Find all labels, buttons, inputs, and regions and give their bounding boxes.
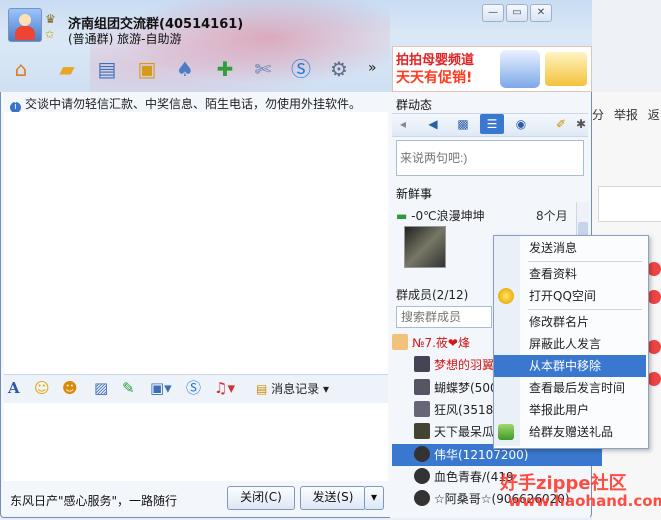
send-options-button[interactable]: ▾	[364, 486, 384, 510]
notice-text: 交谈中请勿轻信汇款、中奖信息、陌生电话，勿使用外挂软件。	[25, 97, 362, 111]
photo-icon[interactable]: ▩	[454, 116, 472, 132]
image-icon[interactable]: ▨	[94, 378, 108, 398]
watermark-url: www.haohand.com	[508, 492, 661, 510]
background-header	[592, 0, 661, 92]
paint-icon[interactable]: ✎	[122, 378, 135, 398]
menu-item-report-user[interactable]: 举报此用户	[494, 399, 646, 421]
add-icon[interactable]: ✚	[212, 56, 238, 82]
penguin-icon	[414, 490, 430, 506]
crown-icon: ♛	[45, 12, 56, 26]
message-record-button[interactable]: ▤ 消息记录 ▾	[256, 380, 329, 397]
emoji-icon	[647, 340, 661, 354]
menu-separator	[528, 261, 642, 262]
font-button[interactable]: A	[8, 378, 20, 398]
emoji-icon	[647, 262, 661, 276]
emoji-icon[interactable]: ☺	[34, 378, 50, 398]
avatar	[414, 356, 430, 372]
maximize-button[interactable]: ▭	[506, 4, 528, 22]
minimize-button[interactable]: —	[482, 4, 504, 22]
menu-item-send-message[interactable]: 发送消息	[494, 237, 646, 259]
background-box	[598, 186, 661, 222]
menu-item-last-speak-time[interactable]: 查看最后发言时间	[494, 377, 646, 399]
search-s-icon[interactable]: Ⓢ	[186, 378, 201, 398]
news-author[interactable]: -0℃浪漫坤坤	[411, 209, 484, 223]
avatar	[414, 379, 430, 395]
ad-line-1: 拍拍母婴频道	[396, 53, 475, 68]
card-icon[interactable]: ♠	[172, 56, 198, 82]
background-link[interactable]: 分	[592, 108, 604, 122]
bottom-ad-text[interactable]: 东风日产"感心服务"，一路随行	[10, 492, 177, 509]
star-icon: ✩	[45, 28, 55, 41]
background-link[interactable]: 返	[648, 108, 660, 122]
menu-item-view-profile[interactable]: 查看资料	[494, 263, 646, 285]
penguin-icon	[414, 446, 430, 462]
security-notice: i 交谈中请勿轻信汇款、中奖信息、陌生电话，勿使用外挂软件。	[10, 95, 361, 113]
chevron-down-icon: ▾	[370, 490, 378, 504]
news-item[interactable]: ▬ -0℃浪漫坤坤 8个月	[396, 207, 576, 223]
screenshot-icon[interactable]: ▣▾	[150, 378, 172, 398]
avatar	[414, 423, 430, 439]
settings-icon[interactable]: ⚙	[326, 56, 352, 82]
menu-item-edit-card[interactable]: 修改群名片	[494, 311, 646, 333]
menu-item-send-gift[interactable]: 给群友赠送礼品	[494, 421, 646, 443]
group-avatar[interactable]	[8, 8, 42, 42]
speaker-icon[interactable]: ◀	[424, 116, 442, 132]
avatar	[414, 401, 430, 417]
emoji-icon	[647, 290, 661, 304]
chevron-down-icon: ▾	[319, 382, 330, 396]
board-icon[interactable]: ▣	[134, 56, 160, 82]
folder-icon[interactable]: ▰	[54, 56, 80, 82]
group-subtitle[interactable]: (普通群) 旅游-自助游	[68, 30, 182, 47]
members-title: 群成员(2/12)	[396, 288, 469, 302]
prev-icon[interactable]: ◂	[394, 116, 412, 132]
music-icon[interactable]: ♫▾	[214, 378, 235, 398]
product-image	[545, 52, 587, 86]
speak-input[interactable]	[396, 140, 584, 176]
chat-history[interactable]	[4, 112, 388, 374]
ad-line-2: 天天有促销!	[396, 70, 473, 86]
dynamics-title: 群动态	[396, 98, 433, 112]
message-input[interactable]	[4, 403, 388, 481]
menu-item-open-qzone[interactable]: 打开QQ空间	[494, 285, 646, 307]
window-controls: — ▭ ✕	[482, 4, 590, 22]
home-icon[interactable]: ⌂	[8, 56, 34, 82]
gift-icon	[498, 424, 514, 440]
brush-icon[interactable]: ✐	[552, 116, 570, 132]
target-icon[interactable]: ◉	[512, 116, 530, 132]
send-button[interactable]: 发送(S)	[300, 486, 366, 510]
menu-separator	[528, 309, 642, 310]
emoji-icon	[647, 372, 661, 386]
close-chat-button[interactable]: 关闭(C)	[227, 486, 295, 510]
close-button[interactable]: ✕	[530, 4, 552, 22]
product-image	[500, 50, 540, 88]
menu-item-block-speech[interactable]: 屏蔽此人发言	[494, 333, 646, 355]
chat-bubble-icon: ▬	[396, 209, 408, 223]
magic-face-icon[interactable]: ☻	[62, 378, 78, 398]
background-links: 分 举报 返	[592, 106, 661, 126]
history-icon: ▤	[256, 382, 272, 396]
search-s-icon[interactable]: Ⓢ	[288, 56, 314, 82]
tools-icon[interactable]: ✄	[250, 56, 276, 82]
wrench-icon[interactable]: ✱	[572, 116, 590, 132]
member-search-input[interactable]	[396, 306, 492, 328]
album-icon[interactable]: ▤	[94, 56, 120, 82]
list-icon: ☰	[486, 117, 498, 131]
penguin-icon	[414, 468, 430, 484]
news-title: 新鲜事	[396, 187, 433, 201]
more-button[interactable]: »	[368, 60, 377, 76]
owner-icon	[392, 334, 408, 350]
qzone-icon	[498, 288, 514, 304]
background-link[interactable]: 举报	[614, 108, 638, 122]
message-record-label: 消息记录	[271, 382, 320, 396]
news-thumbnail[interactable]	[404, 226, 446, 268]
menu-item-remove-member[interactable]: 从本群中移除	[494, 355, 646, 377]
news-time: 8个月	[536, 209, 568, 223]
